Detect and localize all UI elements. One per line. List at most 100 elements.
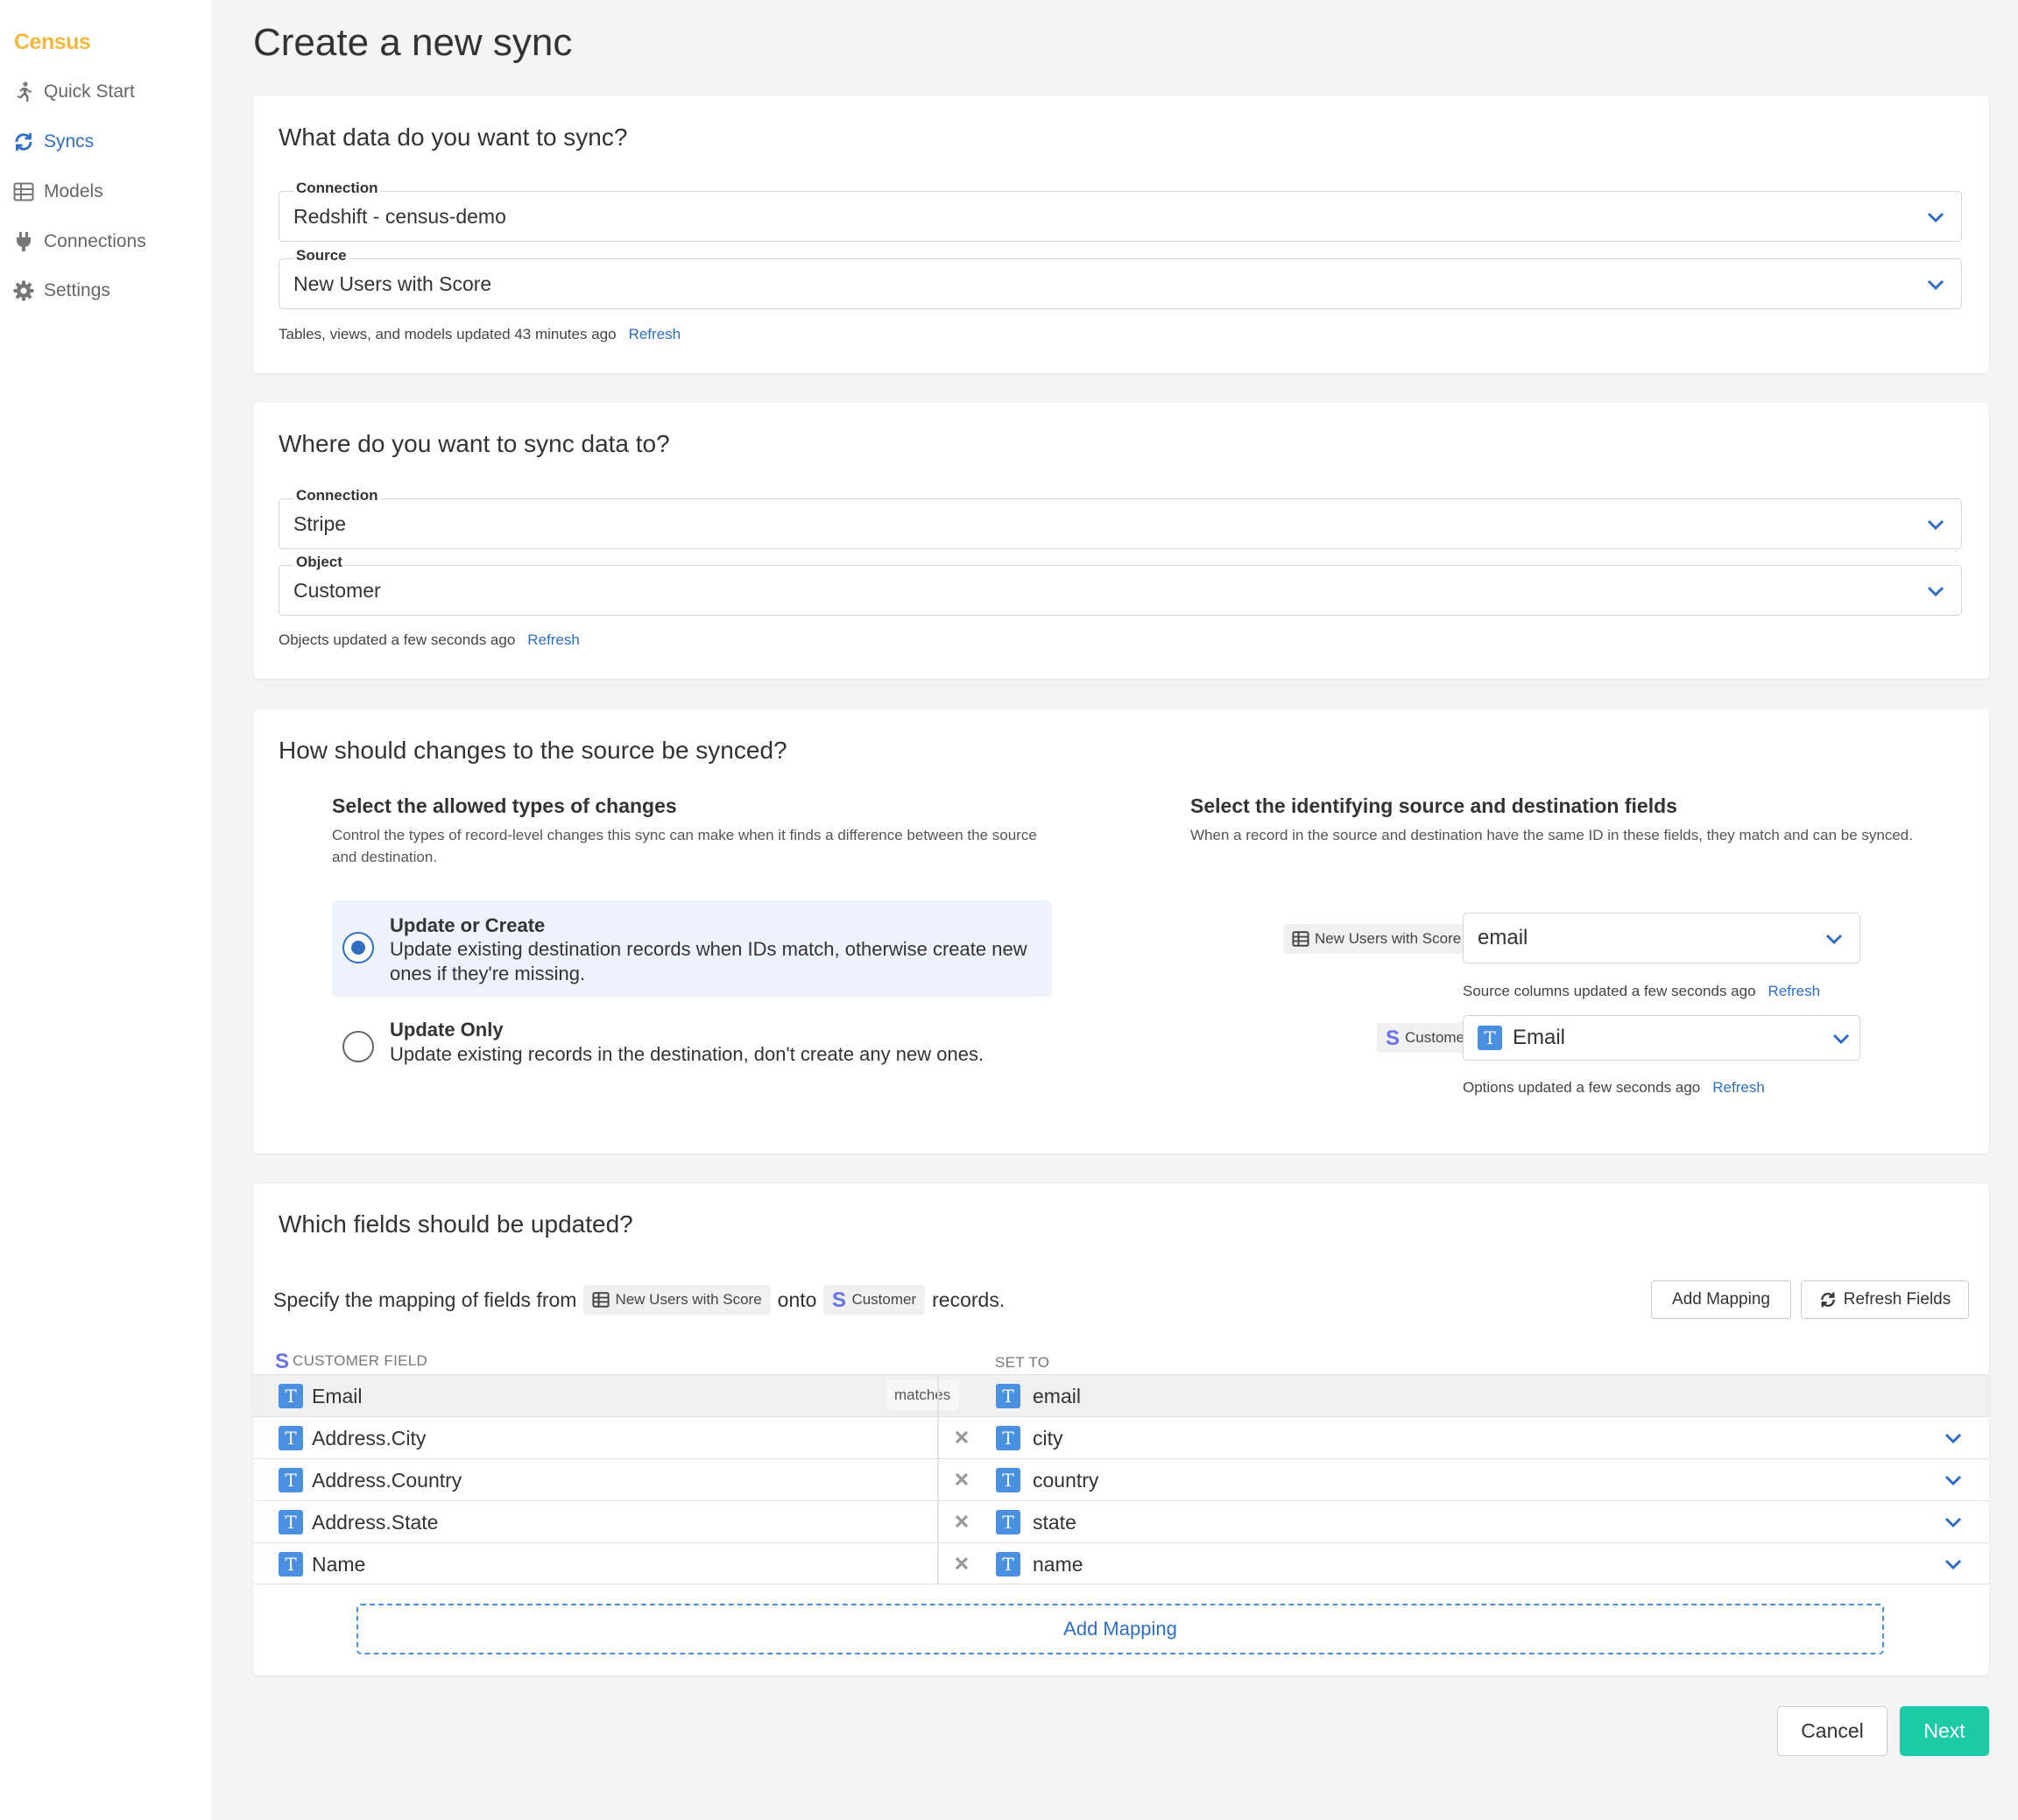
add-mapping-dashed-button[interactable]: Add Mapping (356, 1604, 1884, 1654)
column-header-customer-field-label: CUSTOMER FIELD (293, 1352, 428, 1369)
sidebar: Census Quick Start Syncs Models Connecti… (0, 0, 211, 1820)
identifying-fields-description: When a record in the source and destinat… (1190, 827, 1913, 843)
mapping-field-cell: T Name (279, 1552, 365, 1577)
mapping-set-to-select[interactable]: T city (996, 1426, 1063, 1450)
destination-card: Where do you want to sync data to? Conne… (253, 403, 1989, 679)
page-title: Create a new sync (253, 21, 573, 64)
nav-item-syncs[interactable]: Syncs (12, 124, 94, 159)
radio-update-or-create[interactable] (342, 932, 374, 963)
source-columns-hint: Source columns updated a few seconds ago… (1463, 983, 1820, 1000)
source-model-pill: New Users with Score (1283, 924, 1471, 954)
source-id-field-select[interactable]: email (1463, 913, 1860, 963)
option-update-only-title: Update Only (390, 1019, 504, 1041)
nav-label-syncs: Syncs (44, 131, 95, 152)
source-connection-value: Redshift - census-demo (293, 205, 506, 228)
option-update-or-create[interactable]: Update or Create Update existing destina… (332, 900, 1052, 997)
source-hint: Tables, views, and models updated 43 min… (279, 326, 681, 343)
column-divider (937, 1417, 939, 1459)
chevron-down-icon (1825, 934, 1843, 945)
destination-id-field-select[interactable]: T Email (1463, 1015, 1860, 1061)
nav-item-models[interactable]: Models (12, 174, 103, 209)
column-divider (937, 1543, 939, 1585)
text-type-icon: T (279, 1468, 303, 1492)
mapping-field-name: Address.Country (312, 1468, 462, 1492)
table-icon (1292, 931, 1309, 947)
gear-icon (12, 279, 35, 302)
destination-options-hint: Options updated a few seconds ago Refresh (1463, 1079, 1765, 1097)
destination-refresh-link[interactable]: Refresh (527, 631, 580, 648)
mapping-set-to-select[interactable]: T name (996, 1552, 1083, 1577)
destination-options-refresh-link[interactable]: Refresh (1712, 1079, 1765, 1096)
chevron-down-icon[interactable] (1944, 1428, 1963, 1448)
matches-badge: matches (886, 1380, 960, 1410)
mapping-set-to-value: city (1033, 1426, 1063, 1450)
nav-label-connections: Connections (44, 231, 146, 251)
mapping-dest-pill-label: Customer (851, 1291, 917, 1308)
source-columns-refresh-link[interactable]: Refresh (1768, 983, 1821, 999)
radio-update-only[interactable] (342, 1031, 374, 1062)
destination-connection-select[interactable]: Connection Stripe (279, 487, 1962, 549)
destination-object-label: Object (293, 554, 345, 571)
text-type-icon: T (996, 1552, 1020, 1577)
chevron-down-icon[interactable] (1944, 1513, 1963, 1532)
table-icon (12, 180, 35, 203)
chevron-down-icon (1832, 1033, 1850, 1045)
remove-mapping-icon[interactable] (953, 1471, 970, 1488)
column-divider (937, 1459, 939, 1501)
destination-hint: Objects updated a few seconds ago Refresh (279, 631, 580, 649)
mapping-set-to-value: email (1033, 1384, 1081, 1407)
table-icon (592, 1292, 610, 1308)
chevron-down-icon (1927, 586, 1944, 597)
remove-mapping-icon[interactable] (953, 1513, 970, 1530)
chevron-down-icon[interactable] (1944, 1471, 1963, 1490)
identifying-fields-heading: Select the identifying source and destin… (1190, 794, 1677, 817)
source-value: New Users with Score (293, 272, 492, 295)
mapping-row-email: T Email matches T email (253, 1374, 1989, 1417)
destination-options-hint-text: Options updated a few seconds ago (1463, 1079, 1701, 1096)
cancel-button[interactable]: Cancel (1777, 1706, 1887, 1756)
next-button[interactable]: Next (1900, 1706, 1989, 1756)
destination-object-select[interactable]: Object Customer (279, 554, 1962, 616)
svg-text:S: S (1386, 1028, 1400, 1048)
runner-icon (12, 81, 35, 103)
mapping-row-address-country: T Address.Country T country (253, 1458, 1989, 1501)
text-type-icon: T (279, 1426, 303, 1450)
stripe-icon: S (1386, 1028, 1400, 1048)
source-connection-select[interactable]: Connection Redshift - census-demo (279, 180, 1962, 242)
chevron-down-icon[interactable] (1944, 1555, 1963, 1574)
nav-item-settings[interactable]: Settings (12, 273, 110, 308)
chevron-down-icon (1927, 519, 1944, 531)
mapping-set-to-value: country (1033, 1468, 1099, 1492)
census-logo[interactable]: Census (14, 30, 91, 55)
nav-label-quick-start: Quick Start (44, 81, 135, 102)
chevron-down-icon (1927, 279, 1944, 291)
option-update-only[interactable]: Update Only Update existing records in t… (332, 1010, 1052, 1080)
mapping-row-name: T Name T name (253, 1542, 1989, 1585)
remove-mapping-icon[interactable] (953, 1428, 970, 1446)
source-refresh-link[interactable]: Refresh (629, 326, 681, 342)
mapping-spec-suffix: records. (932, 1287, 1005, 1311)
mapping-set-to-select[interactable]: T state (996, 1510, 1076, 1534)
text-type-icon: T (996, 1468, 1020, 1492)
stripe-icon: S (832, 1290, 846, 1309)
mapping-field-cell: T Address.Country (279, 1468, 462, 1492)
column-header-set-to: SET TO (995, 1354, 1050, 1371)
changes-card: How should changes to the source be sync… (253, 709, 1989, 1153)
mapping-spec-prefix: Specify the mapping of fields from (273, 1287, 577, 1311)
refresh-fields-button[interactable]: Refresh Fields (1801, 1280, 1969, 1319)
mapping-set-to-select[interactable]: T country (996, 1468, 1098, 1492)
plug-icon (12, 230, 35, 253)
mapping-set-to-value: state (1033, 1510, 1076, 1534)
add-mapping-button[interactable]: Add Mapping (1651, 1280, 1791, 1319)
nav-item-connections[interactable]: Connections (12, 224, 146, 259)
source-connection-label: Connection (293, 180, 381, 197)
source-object-select[interactable]: Source New Users with Score (279, 247, 1962, 309)
source-card: What data do you want to sync? Connectio… (253, 95, 1989, 373)
remove-mapping-icon[interactable] (953, 1555, 970, 1572)
mapping-row-address-city: T Address.City T city (253, 1416, 1989, 1459)
mapping-field-cell: T Email (279, 1384, 363, 1408)
main-content: Create a new sync What data do you want … (211, 0, 2018, 1820)
source-label: Source (293, 247, 349, 265)
mapping-field-name: Name (312, 1552, 366, 1576)
nav-item-quick-start[interactable]: Quick Start (12, 74, 135, 109)
